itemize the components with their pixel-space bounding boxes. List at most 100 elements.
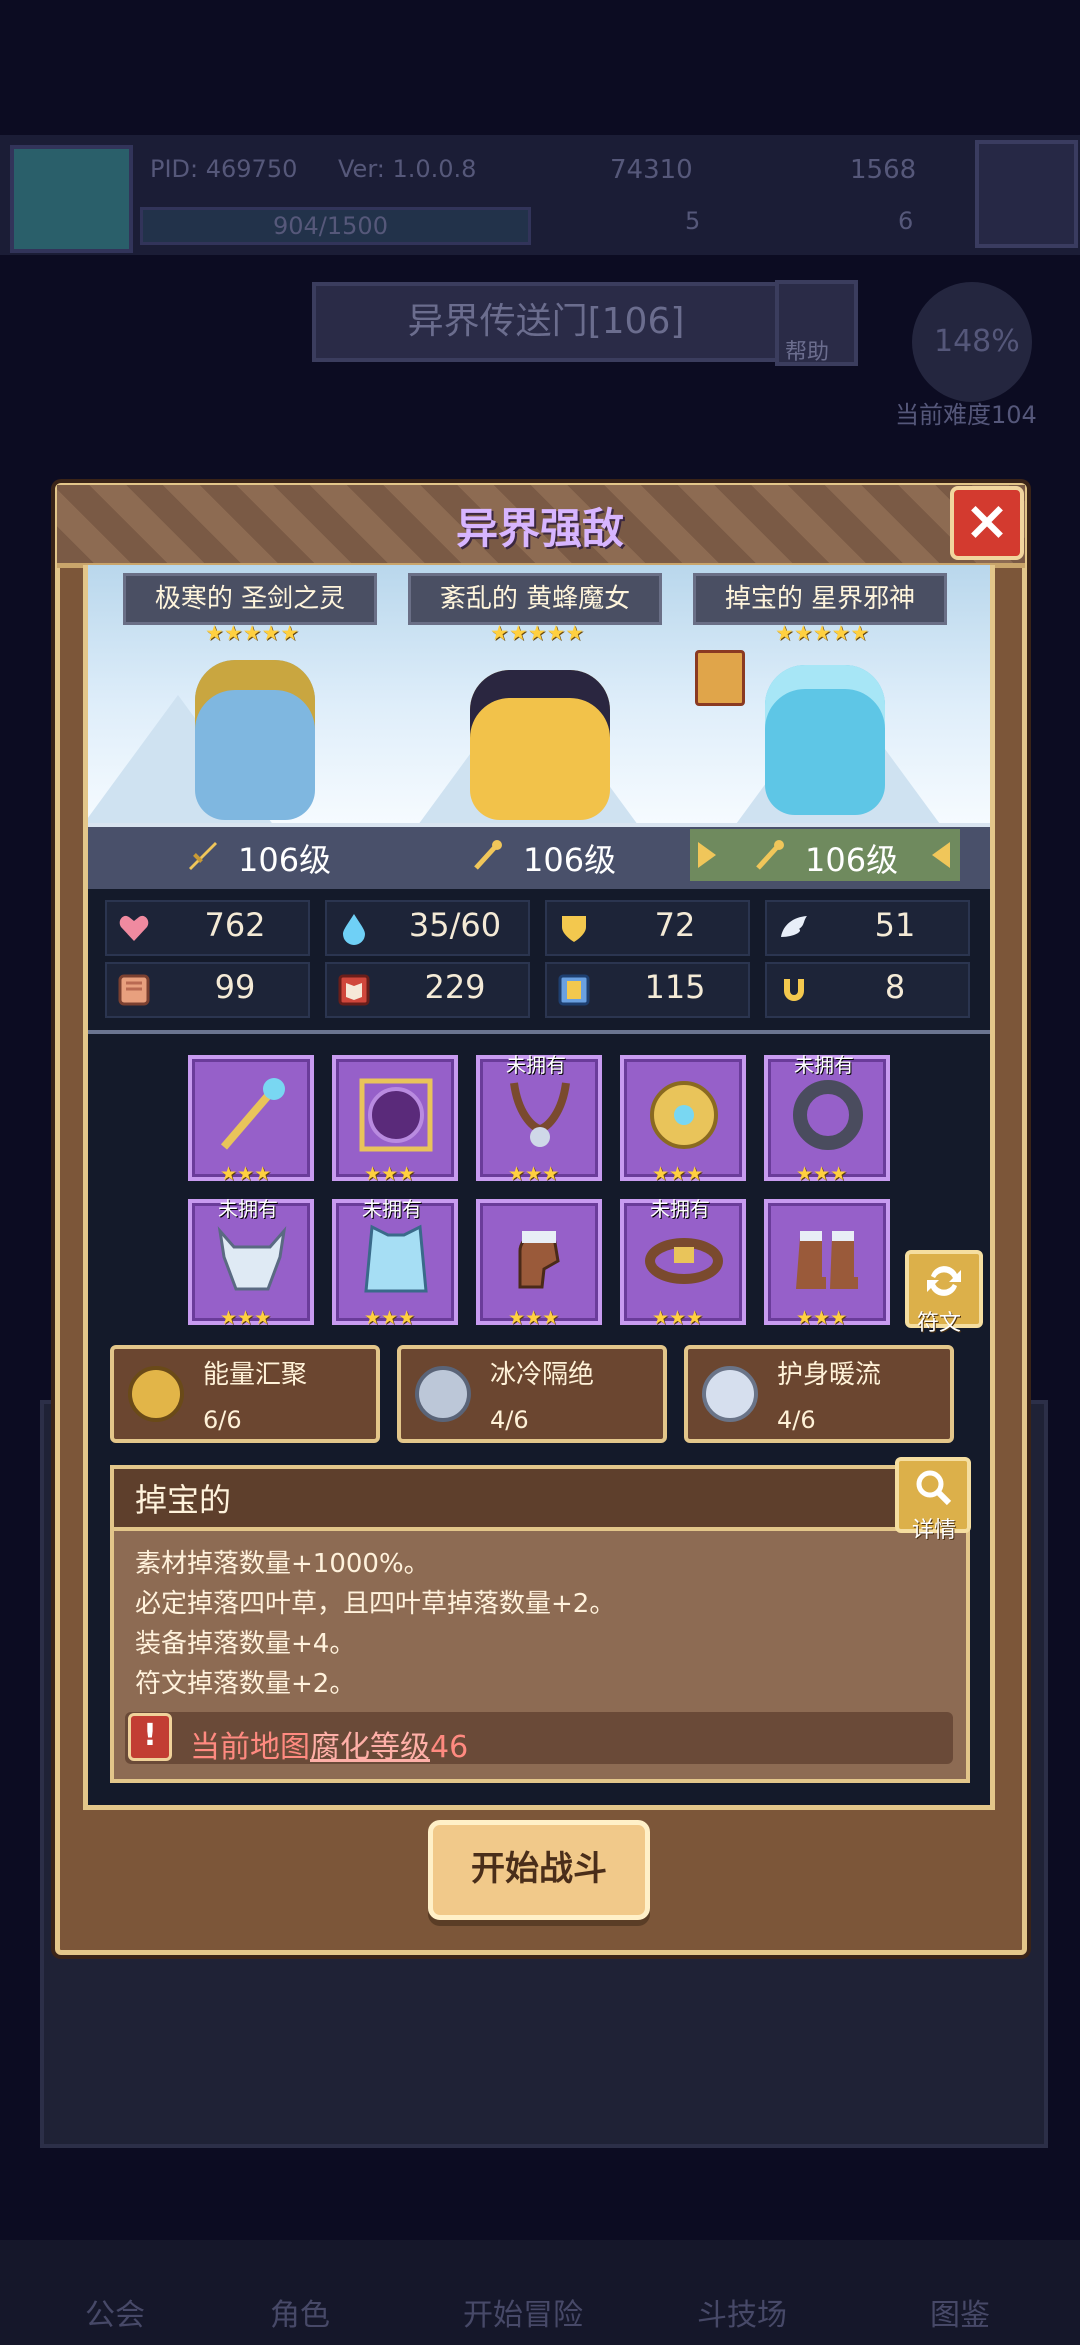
enemy-level-3: 106级 [805,841,899,879]
divider [88,1030,990,1034]
fist-icon [118,974,150,1006]
set-name: 冰冷隔绝 [490,1360,595,1390]
enemy-sprite-2[interactable] [470,670,610,820]
stat-defense-value: 72 [654,906,696,944]
set-count: 6/6 [203,1406,242,1434]
equip-stars: ★★★ [508,1307,560,1329]
energy-set-icon [128,1366,184,1422]
scroll-icon [558,974,590,1006]
affix-line: 装备掉落数量+4。 [135,1629,356,1659]
equip-stars: ★★★ [796,1307,848,1329]
close-button[interactable]: × [950,486,1024,560]
enemy-sprite-3[interactable] [765,665,885,815]
staff-icon [474,840,502,870]
enemy-name-1: 极寒的 圣剑之灵 [123,573,377,625]
amulet-icon [510,1082,570,1147]
clover-count: 5 [685,207,701,235]
stat-speed-value: 51 [874,906,916,944]
chevron-right-icon [932,842,950,868]
corruption-highlight: 腐化等级 [310,1730,430,1765]
difficulty-label: 当前难度104 [895,401,1037,429]
portal-title: 异界传送门[106] [312,282,780,362]
equip-stars: ★★★ [364,1163,416,1185]
xp-bar: 904/1500 [140,207,531,245]
shield-icon [562,916,586,942]
stat-resist-value: 115 [644,968,706,1006]
not-owned-tag: 未拥有 [218,1197,278,1221]
player-id: PID: 469750 [150,155,298,183]
start-battle-button[interactable]: 开始战斗 [428,1820,650,1920]
set-name: 护身暖流 [777,1360,882,1390]
close-icon: × [964,489,1010,552]
affix-header [114,1469,966,1531]
nav-character: 角色 [270,2298,330,2333]
set-count: 4/6 [777,1406,816,1434]
sword-icon [189,842,217,870]
key-count: 6 [898,207,914,235]
enemy-name-2: 紊乱的 黄蜂魔女 [408,573,662,625]
ice-set-icon [415,1366,471,1422]
equip-stars: ★★★ [220,1307,272,1329]
not-owned-tag: 未拥有 [506,1053,566,1077]
affix-title: 掉宝的 [135,1481,232,1519]
orb-icon [359,1078,433,1152]
enemy-stars-1: ★★★★★ [205,621,300,645]
affix-line: 素材掉落数量+1000%。 [135,1549,430,1579]
wing-icon [781,916,807,937]
xp-text: 904/1500 [273,212,388,240]
nav-codex: 图鉴 [930,2298,990,2333]
modal-title: 异界强敌 [455,504,624,553]
corruption-level: 46 [430,1730,469,1765]
horseshoe-icon [784,979,804,1001]
beast-helmet-icon [217,1226,287,1291]
difficulty-dial: 148% [912,282,1032,402]
ring-icon [793,1080,863,1150]
equip-stars: ★★★ [220,1163,272,1185]
help-button: 帮助 [775,280,858,366]
nav-arena: 斗技场 [697,2298,787,2333]
equip-stars: ★★★ [364,1307,416,1329]
version-label: Ver: 1.0.0.8 [338,155,477,183]
difficulty-percent: 148% [934,324,1020,359]
mana-drop-icon [343,914,365,945]
set-name: 能量汇聚 [203,1360,308,1390]
enemy-sprite-1[interactable] [195,660,315,820]
gem-count: 1568 [850,155,917,185]
belt-icon [645,1238,723,1284]
help-label: 帮助 [785,340,830,365]
affix-line: 符文掉落数量+2。 [135,1669,356,1699]
equip-stars: ★★★ [508,1163,560,1185]
corruption-prefix: 当前地图 [190,1730,310,1765]
detail-button-label: 详情 [912,1518,957,1543]
set-count: 4/6 [490,1406,529,1434]
stat-attack-value: 99 [214,968,256,1006]
stat-luck-value: 8 [884,968,906,1006]
enemy-stars-3: ★★★★★ [775,621,870,645]
ice-armor-icon [364,1224,428,1293]
equip-stars: ★★★ [652,1307,704,1329]
not-owned-tag: 未拥有 [362,1197,422,1221]
magnifier-icon [916,1470,952,1506]
boots-icon [796,1231,858,1289]
warning-icon: ! [128,1713,172,1761]
not-owned-tag: 未拥有 [794,1053,854,1077]
nav-adventure: 开始冒险 [463,2298,583,2333]
swap-icon [927,1266,961,1296]
gold-count: 74310 [610,155,693,185]
staff-icon [220,1078,285,1150]
nav-guild: 公会 [85,2298,145,2333]
heart-icon [119,915,149,941]
enemy-level-1: 106级 [238,841,332,879]
warmth-set-icon [702,1366,758,1422]
rune-button-label: 符文 [917,1311,962,1336]
enemy-name-3: 掉宝的 星界邪神 [693,573,947,625]
equip-stars: ★★★ [652,1163,704,1185]
glove-icon [518,1231,560,1289]
not-owned-tag: 未拥有 [650,1197,710,1221]
enemy-level-2: 106级 [523,841,617,879]
treasure-buff-icon[interactable] [695,650,745,706]
corruption-text: 当前地图腐化等级46 [190,1722,468,1766]
affix-line: 必定掉落四叶草，且四叶草掉落数量+2。 [135,1589,616,1619]
equip-stars: ★★★ [796,1163,848,1185]
enemy-stars-2: ★★★★★ [490,621,585,645]
